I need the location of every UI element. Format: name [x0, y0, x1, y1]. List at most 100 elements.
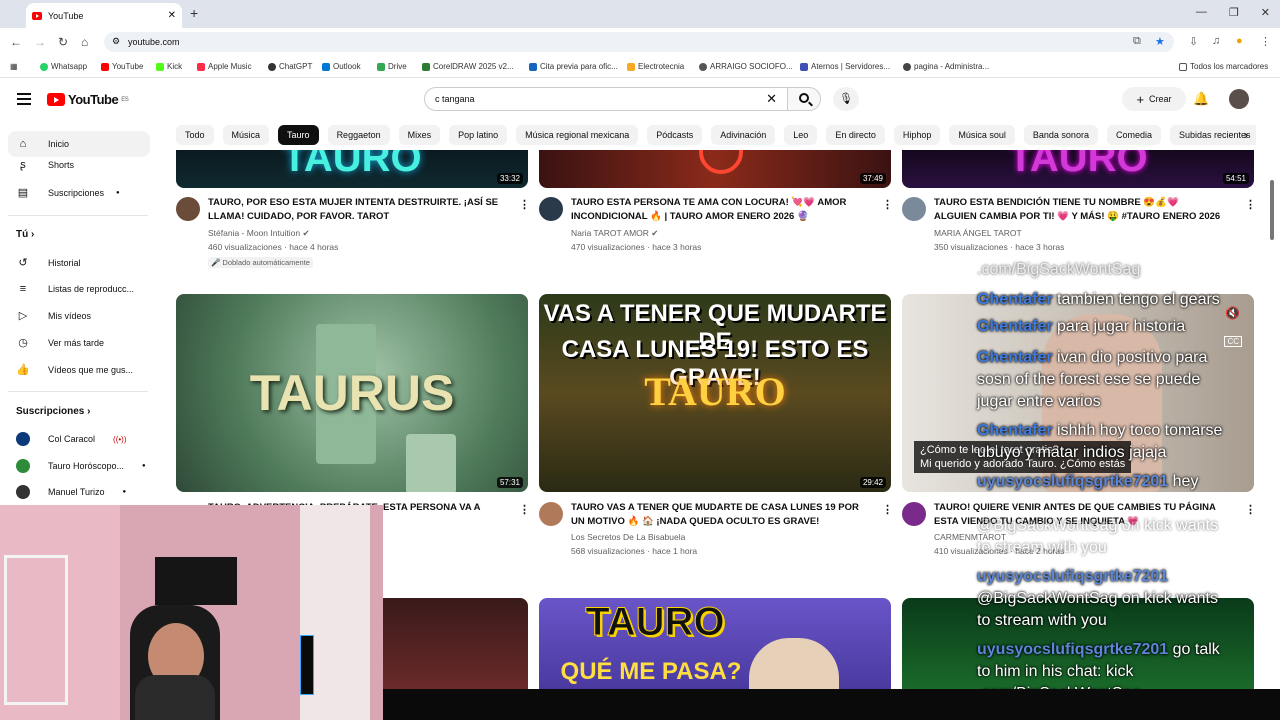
bookmark-item[interactable]: Drive [377, 62, 407, 71]
scrollbar[interactable] [1270, 180, 1274, 240]
mute-icon[interactable]: 🔇 [1225, 306, 1240, 320]
channel-avatar[interactable] [902, 197, 926, 221]
video-channel[interactable]: Los Secretos De La Bisabuela [571, 530, 685, 544]
menu-dots-icon[interactable]: ⋮ [1260, 35, 1271, 48]
back-arrow-icon[interactable]: ← [10, 35, 22, 49]
video-thumbnail[interactable]: 37:49 [539, 150, 891, 188]
sidebar-item-shorts[interactable]: ʂ Shorts [16, 159, 74, 171]
close-tab-icon[interactable]: ✕ [168, 10, 176, 21]
video-thumbnail[interactable]: TAURO 33:32 [176, 150, 528, 188]
bookmark-item[interactable]: pagina - Administra... [903, 62, 989, 71]
bookmark-item[interactable]: Electrotecnia [627, 62, 684, 71]
chip-musica-regional[interactable]: Música regional mexicana [516, 125, 639, 145]
video-title[interactable]: TAURO VAS A TENER QUE MUDARTE DE CASA LU… [571, 501, 871, 529]
chip-adivinacion[interactable]: Adivinación [711, 125, 776, 145]
minimize-button[interactable]: — [1196, 6, 1207, 19]
close-window-button[interactable]: ✕ [1261, 6, 1270, 19]
install-app-icon[interactable]: ⧉ [1133, 35, 1141, 48]
clear-search-icon[interactable]: ✕ [766, 91, 777, 107]
search-input[interactable]: c tangana ✕ [424, 87, 788, 111]
video-thumbnail[interactable]: TAURO 54:51 [902, 150, 1254, 188]
bookmark-star-icon[interactable]: ★ [1155, 35, 1165, 48]
channel-avatar[interactable] [176, 197, 200, 221]
bookmark-item[interactable]: Whatsapp [40, 62, 87, 71]
video-channel[interactable]: Naria TAROT AMOR ✔ [571, 226, 658, 240]
all-bookmarks[interactable]: Todos los marcadores [1179, 62, 1268, 71]
sidebar-item-subscriptions[interactable]: ▤ Suscripciones ● [16, 186, 120, 199]
bookmark-item[interactable]: ARRAIGO SOCIOFO... [699, 62, 793, 71]
sidebar-item-watch-later[interactable]: ◷ Ver más tarde [16, 336, 104, 349]
voice-search-button[interactable]: 🎙 [833, 87, 859, 111]
video-title[interactable]: TAURO ESTA BENDICIÓN TIENE TU NOMBRE 😍💰💗… [934, 196, 1234, 224]
bookmark-item[interactable]: Outlook [322, 62, 361, 71]
browser-tab[interactable]: YouTube ✕ [26, 3, 182, 28]
sidebar-channel[interactable]: Manuel Turizo ● [16, 485, 126, 499]
more-options-icon[interactable]: ⋮ [519, 503, 530, 516]
forward-arrow-icon[interactable]: → [34, 35, 46, 49]
bookmark-item[interactable]: Kick [156, 62, 182, 71]
reload-icon[interactable]: ↻ [58, 35, 68, 49]
download-icon[interactable]: ⇩ [1189, 35, 1198, 48]
subscriptions-section-header[interactable]: Suscripciones › [16, 406, 90, 417]
chip-pop-latino[interactable]: Pop latino [449, 125, 508, 145]
bookmark-item[interactable]: ChatGPT [268, 62, 312, 71]
video-thumbnail[interactable]: TAURO QUÉ ME PASA? [539, 598, 891, 689]
chip-banda-sonora[interactable]: Banda sonora [1023, 125, 1098, 145]
sidebar-item-liked[interactable]: 👍 Vídeos que me gus... [16, 363, 133, 376]
channel-avatar[interactable] [902, 502, 926, 526]
bookmark-item[interactable]: YouTube [101, 62, 143, 71]
channel-avatar[interactable] [539, 502, 563, 526]
chevron-right-icon[interactable]: › [1244, 128, 1248, 142]
more-options-icon[interactable]: ⋮ [1245, 503, 1256, 516]
create-button[interactable]: + Crear [1122, 87, 1186, 111]
site-info-icon[interactable]: ⚙ [112, 36, 120, 47]
media-control-icon[interactable]: ♫ [1212, 35, 1220, 47]
search-button[interactable] [787, 87, 821, 111]
video-channel[interactable]: Stéfania - Moon Intuition ✔ [208, 226, 310, 240]
home-icon[interactable]: ⌂ [81, 35, 88, 49]
chip-comedia[interactable]: Comedia [1106, 125, 1161, 145]
chip-podcasts[interactable]: Pódcasts [647, 125, 703, 145]
more-options-icon[interactable]: ⋮ [1245, 198, 1256, 211]
chip-todo[interactable]: Todo [176, 125, 214, 145]
video-thumbnail[interactable] [383, 598, 528, 689]
sidebar-item-playlists[interactable]: ≡ Listas de reproducc... [16, 283, 134, 295]
chip-hiphop[interactable]: Hiphop [893, 125, 941, 145]
apps-grid-icon[interactable]: ▦ [10, 62, 18, 71]
chip-musica[interactable]: Música [222, 125, 270, 145]
channel-avatar[interactable] [539, 197, 563, 221]
sidebar-item-my-videos[interactable]: ▷ Mis vídeos [16, 309, 91, 322]
more-options-icon[interactable]: ⋮ [882, 503, 893, 516]
restore-button[interactable]: ❐ [1229, 6, 1239, 19]
video-thumbnail[interactable]: TAURUS 57:31 [176, 294, 528, 492]
more-options-icon[interactable]: ⋮ [519, 198, 530, 211]
you-section-header[interactable]: Tú › [16, 229, 34, 240]
url-field[interactable]: ⚙ youtube.com [104, 32, 1174, 52]
bookmark-item[interactable]: Cita previa para ofic... [529, 62, 618, 71]
sidebar-channel[interactable]: Col Caracol ((•)) [16, 432, 127, 446]
video-title[interactable]: TAURO, POR ESO ESTA MUJER INTENTA DESTRU… [208, 196, 508, 224]
chip-mixes[interactable]: Mixes [398, 125, 441, 145]
notifications-bell-icon[interactable]: 🔔 [1193, 91, 1209, 107]
youtube-logo[interactable]: YouTube ES [47, 92, 129, 107]
chip-leo[interactable]: Leo [784, 125, 818, 145]
sidebar-item-home[interactable]: ⌂ Inicio [8, 131, 150, 157]
sidebar-channel[interactable]: Tauro Horóscopo... ● [16, 459, 146, 473]
video-channel[interactable]: MARIA ÁNGEL TAROT [934, 226, 1022, 240]
chip-tauro[interactable]: Tauro [278, 125, 319, 145]
more-options-icon[interactable]: ⋮ [882, 198, 893, 211]
hamburger-menu-icon[interactable] [17, 93, 31, 105]
bookmark-item[interactable]: Apple Music [197, 62, 252, 71]
sidebar-item-history[interactable]: ↺ Historial [16, 256, 80, 269]
chip-reggaeton[interactable]: Reggaeton [327, 125, 390, 145]
closed-captions-icon[interactable]: CC [1224, 336, 1242, 347]
bookmark-item[interactable]: CorelDRAW 2025 v2... [422, 62, 514, 71]
video-title[interactable]: TAURO ESTA PERSONA TE AMA CON LOCURA! 💘💗… [571, 196, 871, 224]
bookmark-item[interactable]: Aternos | Servidores... [800, 62, 890, 71]
extension-icon[interactable]: ● [1236, 35, 1243, 47]
account-avatar[interactable] [1229, 89, 1249, 109]
video-thumbnail[interactable]: VAS A TENER QUE MUDARTE DE CASA LUNES 19… [539, 294, 891, 492]
chip-musica-soul[interactable]: Música soul [949, 125, 1015, 145]
new-tab-button[interactable]: + [190, 5, 198, 21]
chip-en-directo[interactable]: En directo [826, 125, 885, 145]
